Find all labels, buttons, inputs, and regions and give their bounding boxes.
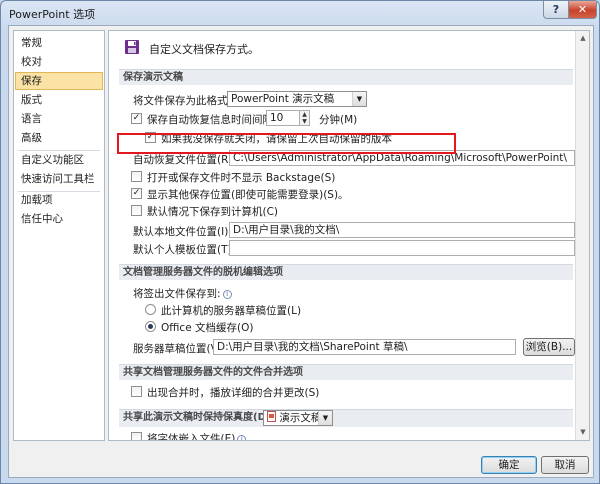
default-local-location-label: 默认本地文件位置(I): [133, 226, 232, 238]
template-location-label: 默认个人模板位置(T): [133, 244, 236, 256]
spin-down-icon[interactable]: ▼ [300, 118, 309, 125]
other-locations-label: 显示其他保存位置(即使可能需要登录)(S)。 [147, 189, 349, 201]
section-fidelity: 共享此演示文稿时保持保真度(D): [119, 409, 573, 427]
window-title: PowerPoint 选项 [9, 8, 96, 21]
autorecover-checkbox[interactable]: ✓ [131, 113, 142, 124]
autorecover-location-label: 自动恢复文件位置(R): [133, 154, 237, 166]
embed-fonts-label: 将字体嵌入文件(E) i [147, 431, 247, 440]
server-drafts-location-label: 服务器草稿位置(V): [133, 343, 226, 355]
sidebar-item-language[interactable]: 语言 [15, 110, 103, 128]
highlight-annotation-box [117, 133, 456, 154]
section-merge-options: 共享文档管理服务器文件的文件合并选项 [119, 364, 573, 380]
template-location-input[interactable] [229, 240, 575, 256]
vertical-scrollbar[interactable]: ▲ ▼ [575, 31, 589, 440]
radio-office-cache-label: Office 文档缓存(O) [161, 322, 254, 334]
radio-office-cache[interactable] [145, 321, 156, 332]
panel-description: 自定义文档保存方式。 [149, 43, 259, 56]
presentation-file-icon [267, 411, 276, 422]
close-button[interactable]: ✕ [568, 1, 597, 19]
save-format-select[interactable]: PowerPoint 演示文稿 ▼ [227, 91, 367, 107]
sidebar-item-trust-center[interactable]: 信任中心 [15, 210, 103, 228]
server-drafts-location-input[interactable]: D:\用户目录\我的文档\SharePoint 草稿\ [213, 339, 516, 355]
other-locations-checkbox[interactable]: ✓ [131, 188, 142, 199]
backstage-checkbox[interactable] [131, 171, 142, 182]
title-bar[interactable]: PowerPoint 选项 ? ✕ [1, 1, 599, 25]
info-icon: i [222, 290, 232, 299]
chevron-down-icon: ▼ [318, 411, 332, 425]
cancel-button[interactable]: 取消 [541, 456, 589, 474]
save-disk-icon [125, 40, 139, 54]
checkout-location-label: 将签出文件保存到: i [133, 286, 232, 301]
chevron-down-icon: ▼ [352, 92, 366, 106]
sidebar-item-general[interactable]: 常规 [15, 34, 103, 52]
sidebar-item-quick-access[interactable]: 快速访问工具栏 [15, 170, 103, 188]
sidebar-item-addins[interactable]: 加载项 [15, 191, 103, 209]
dialog-body: 常规 校对 保存 版式 语言 高级 自定义功能区 快速访问工具栏 加载项 信任中… [8, 25, 594, 478]
spin-up-icon[interactable]: ▲ [300, 111, 309, 118]
minutes-spinner[interactable]: ▲ ▼ [300, 110, 310, 126]
scroll-down-icon[interactable]: ▼ [578, 427, 588, 437]
minutes-label: 分钟(M) [319, 114, 358, 126]
scroll-up-icon[interactable]: ▲ [578, 33, 588, 43]
show-merge-label: 出现合并时，播放详细的合并更改(S) [147, 387, 320, 399]
fidelity-label: 共享此演示文稿时保持保真度(D): [123, 412, 275, 423]
embed-fonts-checkbox[interactable] [131, 432, 142, 440]
default-computer-checkbox[interactable] [131, 205, 142, 216]
sidebar-item-customize-ribbon[interactable]: 自定义功能区 [15, 151, 103, 169]
save-format-value: PowerPoint 演示文稿 [231, 93, 335, 105]
info-icon: i [237, 435, 247, 440]
category-sidebar: 常规 校对 保存 版式 语言 高级 自定义功能区 快速访问工具栏 加载项 信任中… [13, 30, 105, 441]
section-offline-editing: 文档管理服务器文件的脱机编辑选项 [119, 264, 573, 280]
options-dialog: PowerPoint 选项 ? ✕ 常规 校对 保存 版式 语言 高级 自定义功… [0, 0, 600, 484]
sidebar-item-proofing[interactable]: 校对 [15, 53, 103, 71]
browse-button[interactable]: 浏览(B)... [523, 338, 575, 356]
fidelity-document-select[interactable]: 演示文稿1 ▼ [263, 410, 333, 426]
radio-server-drafts-label: 此计算机的服务器草稿位置(L) [161, 305, 302, 317]
save-options-panel: 自定义文档保存方式。 保存演示文稿 将文件保存为此格式(F): PowerPoi… [108, 30, 590, 441]
sidebar-item-layout[interactable]: 版式 [15, 91, 103, 109]
default-local-location-input[interactable]: D:\用户目录\我的文档\ [229, 222, 575, 238]
section-save-presentations: 保存演示文稿 [119, 69, 573, 85]
sidebar-item-save[interactable]: 保存 [15, 72, 103, 90]
autorecover-minutes-input[interactable]: 10 [266, 110, 300, 126]
sidebar-item-advanced[interactable]: 高级 [15, 129, 103, 147]
ok-button[interactable]: 确定 [481, 456, 537, 474]
show-merge-checkbox[interactable] [131, 386, 142, 397]
radio-server-drafts[interactable] [145, 304, 156, 315]
backstage-label: 打开或保存文件时不显示 Backstage(S) [147, 172, 336, 184]
default-computer-label: 默认情况下保存到计算机(C) [147, 206, 279, 218]
help-button[interactable]: ? [543, 1, 569, 19]
